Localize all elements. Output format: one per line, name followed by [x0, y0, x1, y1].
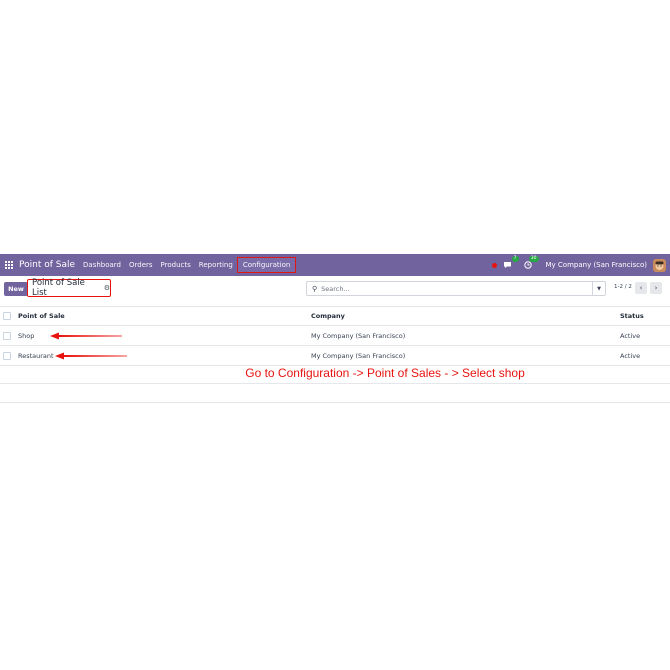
select-all-checkbox[interactable] — [3, 312, 11, 320]
empty-row-divider — [0, 402, 670, 403]
pager-next-button[interactable]: › — [650, 282, 662, 294]
row-checkbox[interactable] — [3, 331, 11, 340]
header-status[interactable]: Status — [620, 312, 644, 320]
row-name[interactable]: Shop — [18, 332, 34, 340]
chevron-down-icon[interactable]: ▼ — [592, 282, 605, 295]
table-header: Point of Sale Company Status — [0, 307, 670, 326]
row-status: Active — [620, 351, 641, 360]
row-company: My Company (San Francisco) — [311, 331, 406, 340]
menu-orders[interactable]: Orders — [129, 261, 153, 269]
activities-badge: 30 — [528, 256, 539, 262]
search-bar[interactable]: ⚲ Search... ▼ — [306, 281, 606, 296]
messages-badge: 7 — [511, 256, 519, 262]
apps-grid-icon[interactable] — [5, 261, 13, 269]
row-name[interactable]: Restaurant — [18, 352, 54, 360]
empty-row-divider — [0, 383, 670, 384]
page-title: Point of Sale List — [32, 278, 85, 298]
menu-configuration[interactable]: Configuration — [236, 257, 297, 273]
menu-products[interactable]: Products — [161, 261, 191, 269]
clock-icon — [523, 261, 532, 269]
pager-value[interactable]: 1-2 / 2 — [614, 284, 632, 290]
gear-icon[interactable]: ⚙ — [104, 284, 110, 292]
search-input[interactable]: Search... — [321, 285, 350, 293]
row-status: Active — [620, 331, 641, 340]
table-row[interactable]: Shop My Company (San Francisco) Active — [0, 326, 670, 346]
control-panel: New Point of Sale List ⚙ ⚲ Search... ▼ 1… — [0, 276, 670, 307]
activities-button[interactable]: 30 — [523, 256, 539, 269]
user-avatar[interactable] — [653, 258, 666, 272]
menu-dashboard[interactable]: Dashboard — [83, 261, 121, 269]
row-company: My Company (San Francisco) — [311, 351, 406, 360]
table-row[interactable]: Restaurant My Company (San Francisco) Ac… — [0, 346, 670, 366]
header-company[interactable]: Company — [311, 312, 345, 320]
top-navbar: Point of Sale Dashboard Orders Products … — [0, 254, 670, 276]
row-checkbox[interactable] — [3, 351, 11, 360]
annotation-arrow-icon — [55, 352, 127, 359]
header-point-of-sale[interactable]: Point of Sale — [18, 312, 65, 320]
avatar-face-icon — [655, 261, 664, 270]
company-switcher[interactable]: My Company (San Francisco) — [546, 261, 647, 269]
chat-icon — [503, 262, 511, 268]
breadcrumb[interactable]: Point of Sale List ⚙ — [27, 278, 111, 298]
app-title[interactable]: Point of Sale — [19, 260, 75, 270]
instruction-annotation: Go to Configuration -> Point of Sales - … — [245, 366, 525, 380]
chevron-left-icon: ‹ — [639, 284, 643, 292]
messages-button[interactable]: 7 — [503, 256, 519, 269]
chevron-right-icon: › — [654, 284, 658, 292]
menu-reporting[interactable]: Reporting — [199, 261, 233, 269]
list-table: Point of Sale Company Status Shop My Com… — [0, 307, 670, 366]
annotation-arrow-icon — [50, 332, 122, 339]
status-dot-icon — [491, 262, 497, 268]
new-button[interactable]: New — [4, 282, 28, 296]
search-icon: ⚲ — [312, 284, 318, 293]
pager-prev-button[interactable]: ‹ — [635, 282, 647, 294]
navbar-systray: 7 30 My Company (San Francisco) — [491, 254, 666, 276]
odoo-window: Point of Sale Dashboard Orders Products … — [0, 254, 670, 416]
